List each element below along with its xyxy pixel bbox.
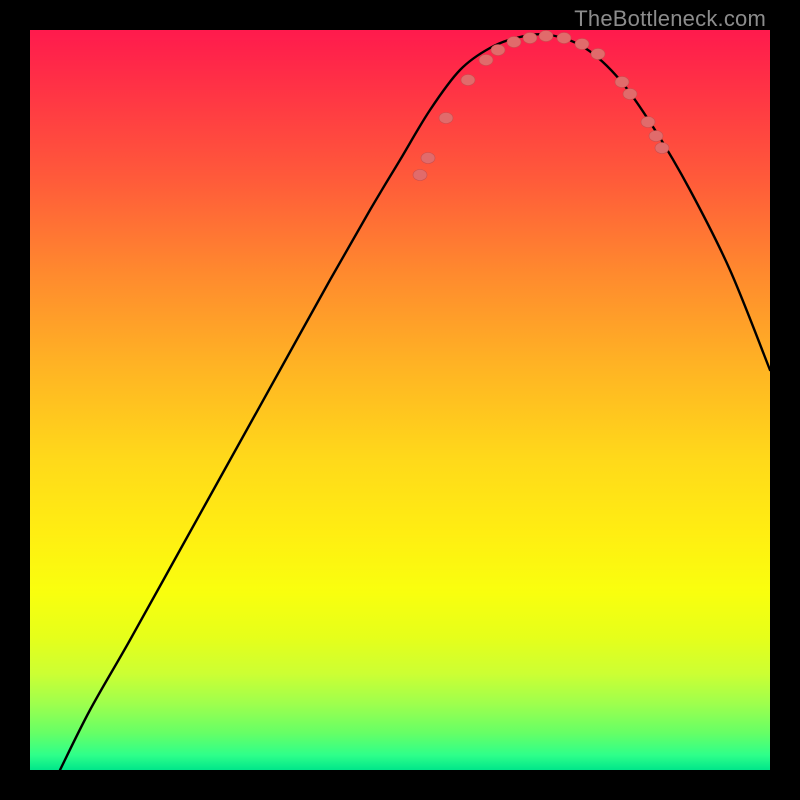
data-point bbox=[641, 117, 655, 128]
data-point bbox=[591, 49, 605, 60]
data-point bbox=[615, 77, 629, 88]
data-points bbox=[413, 31, 669, 181]
data-point bbox=[523, 33, 537, 44]
plot-area bbox=[30, 30, 770, 770]
watermark-label: TheBottleneck.com bbox=[574, 6, 766, 32]
data-point bbox=[649, 131, 663, 142]
curve-svg bbox=[30, 30, 770, 770]
data-point bbox=[421, 153, 435, 164]
data-point bbox=[491, 45, 505, 56]
data-point bbox=[655, 143, 669, 154]
data-point bbox=[507, 37, 521, 48]
data-point bbox=[413, 170, 427, 181]
data-point bbox=[575, 39, 589, 50]
data-point bbox=[539, 31, 553, 42]
data-point bbox=[623, 89, 637, 100]
data-point bbox=[479, 55, 493, 66]
data-point bbox=[461, 75, 475, 86]
data-point bbox=[557, 33, 571, 44]
data-point bbox=[439, 113, 453, 124]
chart-frame: TheBottleneck.com bbox=[0, 0, 800, 800]
